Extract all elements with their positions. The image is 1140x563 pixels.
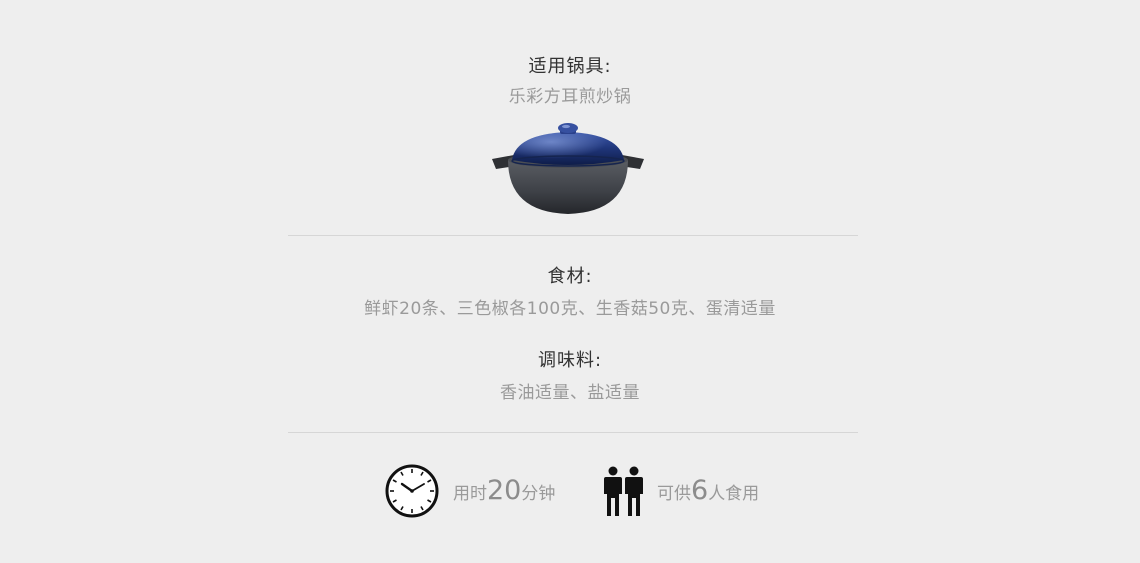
time-stat: 用时 20 分钟 xyxy=(385,463,555,519)
people-icon xyxy=(604,466,643,516)
ingredients-label: 食材: xyxy=(547,266,593,287)
servings-prefix: 可供 xyxy=(657,483,691,504)
seasoning-value: 香油适量、盐适量 xyxy=(500,383,640,403)
seasoning-label: 调味料: xyxy=(537,350,603,371)
recipe-stats: 用时 20 分钟 可供 6 人食用 xyxy=(0,463,1140,519)
ingredients-value: 鲜虾20条、三色椒各100克、生香菇50克、蛋清适量 xyxy=(364,299,776,319)
divider-top xyxy=(288,235,858,236)
servings-suffix: 人食用 xyxy=(708,483,760,504)
time-suffix: 分钟 xyxy=(521,483,556,504)
time-number: 20 xyxy=(487,474,522,506)
cookware-value: 乐彩方耳煎炒锅 xyxy=(508,87,632,107)
servings-number: 6 xyxy=(691,474,709,506)
time-prefix: 用时 xyxy=(453,483,487,504)
cookware-label: 适用锅具: xyxy=(528,56,612,77)
servings-stat: 可供 6 人食用 xyxy=(603,463,759,519)
pot-icon xyxy=(492,123,644,214)
divider-bottom xyxy=(288,432,858,433)
clock-icon xyxy=(385,464,439,518)
